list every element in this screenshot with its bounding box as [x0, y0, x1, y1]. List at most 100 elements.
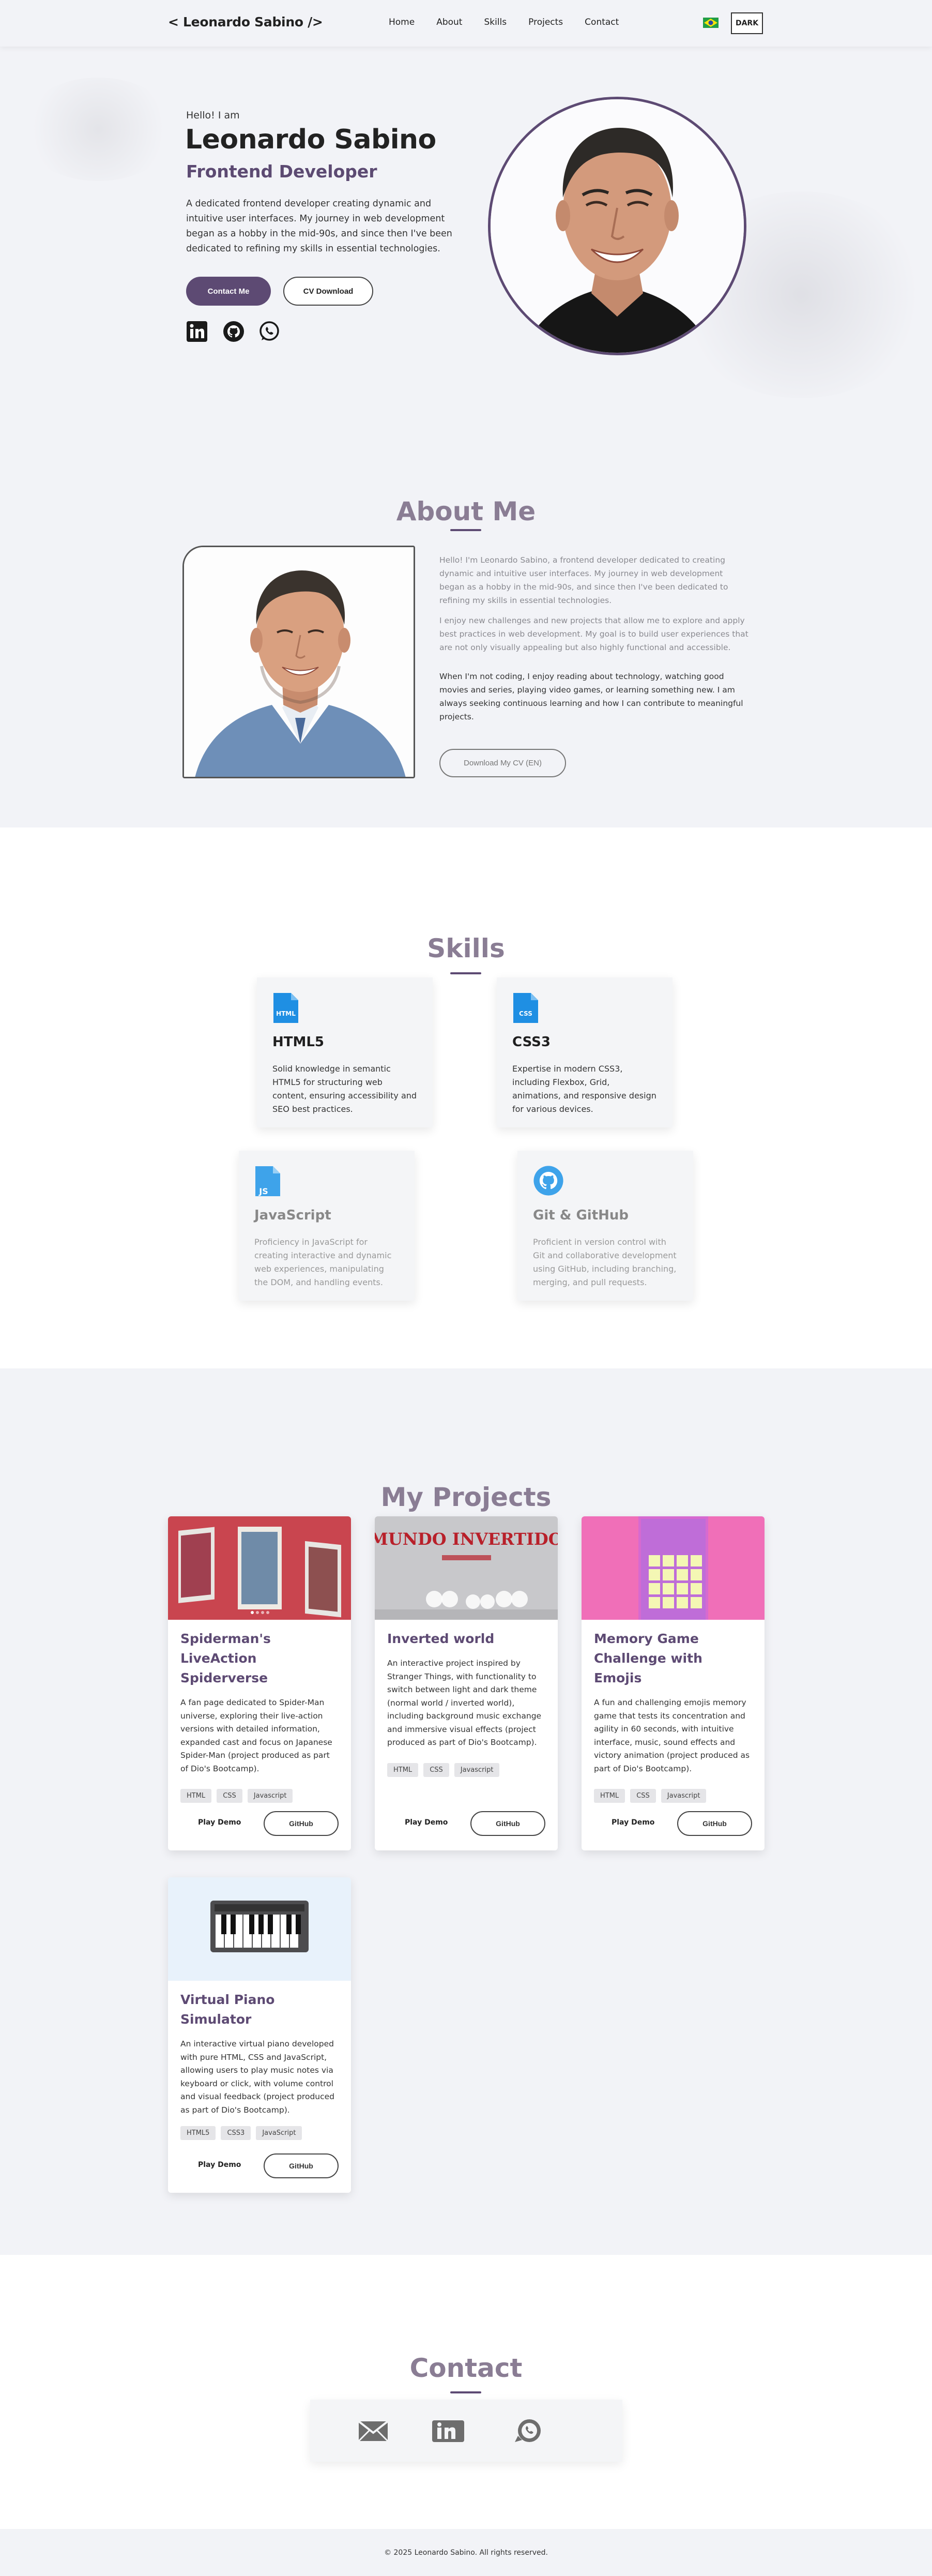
play-demo-link[interactable]: Play Demo: [198, 1818, 241, 1827]
tag: HTML: [180, 1789, 212, 1803]
about-photo: [182, 546, 415, 778]
skill-name: JavaScript: [254, 1208, 331, 1223]
project-title: Spiderman's LiveAction Spiderverse: [180, 1631, 271, 1685]
footer: © 2025 Leonardo Sabino. All rights reser…: [0, 2529, 932, 2576]
project-description: An interactive project inspired by Stran…: [387, 1659, 542, 1747]
navbar: < Leonardo Sabino /> Home About Skills P…: [0, 0, 932, 47]
skill-name: Git & GitHub: [533, 1208, 629, 1223]
background-blob: [21, 78, 176, 181]
play-demo-link[interactable]: Play Demo: [198, 2161, 241, 2169]
skills-title: Skills: [427, 933, 505, 963]
tag: HTML5: [180, 2126, 216, 2140]
github-button[interactable]: GitHub: [470, 1811, 545, 1836]
project-card-inverted-world: MUNDO INVERTIDO Inverted world An intera…: [375, 1516, 558, 1850]
whatsapp-icon[interactable]: [258, 321, 280, 342]
contact-links: [310, 2400, 622, 2462]
skill-name: CSS3: [512, 1034, 551, 1050]
hero-greeting: Hello! I am: [186, 110, 240, 121]
site-logo[interactable]: < Leonardo Sabino />: [168, 14, 323, 29]
project-title: Memory Game Challenge with Emojis: [594, 1631, 702, 1685]
title-underline: [450, 529, 481, 531]
nav-link-projects[interactable]: Projects: [528, 17, 563, 27]
tag: HTML: [387, 1762, 419, 1777]
project-tags: HTML CSS Javascript: [387, 1762, 545, 1777]
theme-toggle-button[interactable]: DARK: [731, 12, 763, 34]
title-underline: [450, 972, 481, 974]
skill-card-git-github: Git & GitHub Proficient in version contr…: [517, 1151, 693, 1301]
skill-card-css3: CSS CSS3 Expertise in modern CSS3, inclu…: [497, 977, 673, 1127]
tag: CSS: [630, 1789, 656, 1803]
html5-file-icon: HTML: [272, 992, 299, 1024]
about-paragraph-1: Hello! I'm Leonardo Sabino, a frontend d…: [439, 555, 728, 605]
tag: Javascript: [247, 1789, 293, 1803]
project-thumbnail[interactable]: MUNDO INVERTIDO: [375, 1516, 558, 1620]
hero-name: Leonardo Sabino: [185, 124, 436, 155]
github-icon: [533, 1165, 563, 1197]
nav-link-contact[interactable]: Contact: [585, 17, 619, 27]
project-description: An interactive virtual piano developed w…: [180, 2039, 335, 2115]
tag: CSS3: [221, 2126, 251, 2140]
javascript-file-icon: JS: [254, 1165, 281, 1197]
about-paragraph-2: I enjoy new challenges and new projects …: [439, 616, 748, 652]
css3-file-icon: CSS: [512, 992, 539, 1024]
project-description: A fun and challenging emojis memory game…: [594, 1698, 750, 1773]
project-thumbnail[interactable]: [582, 1516, 765, 1620]
skill-description: Proficient in version control with Git a…: [533, 1237, 677, 1287]
tag: Javascript: [661, 1789, 707, 1803]
github-button[interactable]: GitHub: [677, 1811, 752, 1836]
about-section: About Me Hello! I'm Leonardo Sabino, a f…: [0, 496, 932, 827]
projects-title: My Projects: [380, 1482, 552, 1512]
skill-card-javascript: JS JavaScript Proficiency in JavaScript …: [239, 1151, 415, 1301]
skill-description: Proficiency in JavaScript for creating i…: [254, 1237, 392, 1287]
project-title: Virtual Piano Simulator: [180, 1992, 275, 2027]
hero-section: Hello! I am Leonardo Sabino Frontend Dev…: [0, 47, 932, 502]
contact-title: Contact: [409, 2353, 523, 2383]
tag: JavaScript: [256, 2126, 302, 2140]
project-card-spiderman: Spiderman's LiveAction Spiderverse A fan…: [168, 1516, 351, 1850]
svg-text:JS: JS: [258, 1186, 268, 1196]
skill-name: HTML5: [272, 1034, 325, 1050]
project-thumbnail[interactable]: [168, 1877, 351, 1981]
github-button[interactable]: GitHub: [264, 2153, 339, 2178]
svg-text:HTML: HTML: [276, 1010, 296, 1017]
linkedin-icon[interactable]: [186, 321, 208, 342]
tag: CSS: [217, 1789, 242, 1803]
brazil-flag-icon[interactable]: [703, 18, 719, 28]
skill-description: Expertise in modern CSS3, including Flex…: [512, 1064, 656, 1114]
skill-card-html5: HTML HTML5 Solid knowledge in semantic H…: [257, 977, 433, 1127]
title-underline: [450, 2391, 481, 2393]
skill-description: Solid knowledge in semantic HTML5 for st…: [272, 1064, 417, 1114]
github-button[interactable]: GitHub: [264, 1811, 339, 1836]
nav-link-home[interactable]: Home: [389, 17, 415, 27]
cv-download-button[interactable]: CV Download: [283, 277, 373, 306]
nav-links: Home About Skills Projects Contact: [389, 17, 640, 27]
project-title: Inverted world: [387, 1631, 495, 1646]
skills-section: Skills HTML HTML5 Solid knowledge in sem…: [0, 827, 932, 1368]
project-tags: HTML CSS Javascript: [180, 1789, 339, 1803]
tag: CSS: [423, 1762, 449, 1777]
projects-section: My Projects Spiderman's LiveAction Spide…: [0, 1368, 932, 2255]
contact-section: Contact: [0, 2255, 932, 2529]
hero-description: A dedicated frontend developer creating …: [186, 199, 452, 254]
project-tags: HTML CSS Javascript: [594, 1789, 752, 1803]
project-tags: HTML5 CSS3 JavaScript: [180, 2126, 339, 2140]
svg-text:MUNDO INVERTIDO: MUNDO INVERTIDO: [375, 1529, 558, 1549]
email-icon[interactable]: [357, 2417, 390, 2444]
linkedin-icon[interactable]: [430, 2417, 464, 2444]
contact-me-button[interactable]: Contact Me: [186, 277, 271, 306]
whatsapp-icon[interactable]: [512, 2417, 545, 2444]
project-description: A fan page dedicated to Spider-Man unive…: [180, 1698, 332, 1773]
profile-photo: [488, 97, 746, 355]
tag: Javascript: [454, 1762, 500, 1777]
play-demo-link[interactable]: Play Demo: [405, 1818, 448, 1827]
copyright-text: © 2025 Leonardo Sabino. All rights reser…: [384, 2548, 548, 2557]
project-card-memory-game: Memory Game Challenge with Emojis A fun …: [582, 1516, 765, 1850]
nav-link-about[interactable]: About: [436, 17, 462, 27]
download-cv-button[interactable]: Download My CV (EN): [439, 749, 566, 777]
play-demo-link[interactable]: Play Demo: [612, 1818, 654, 1827]
tag: HTML: [594, 1789, 625, 1803]
github-icon[interactable]: [223, 321, 245, 342]
project-thumbnail[interactable]: [168, 1516, 351, 1620]
nav-link-skills[interactable]: Skills: [484, 17, 507, 27]
svg-text:CSS: CSS: [519, 1010, 532, 1017]
